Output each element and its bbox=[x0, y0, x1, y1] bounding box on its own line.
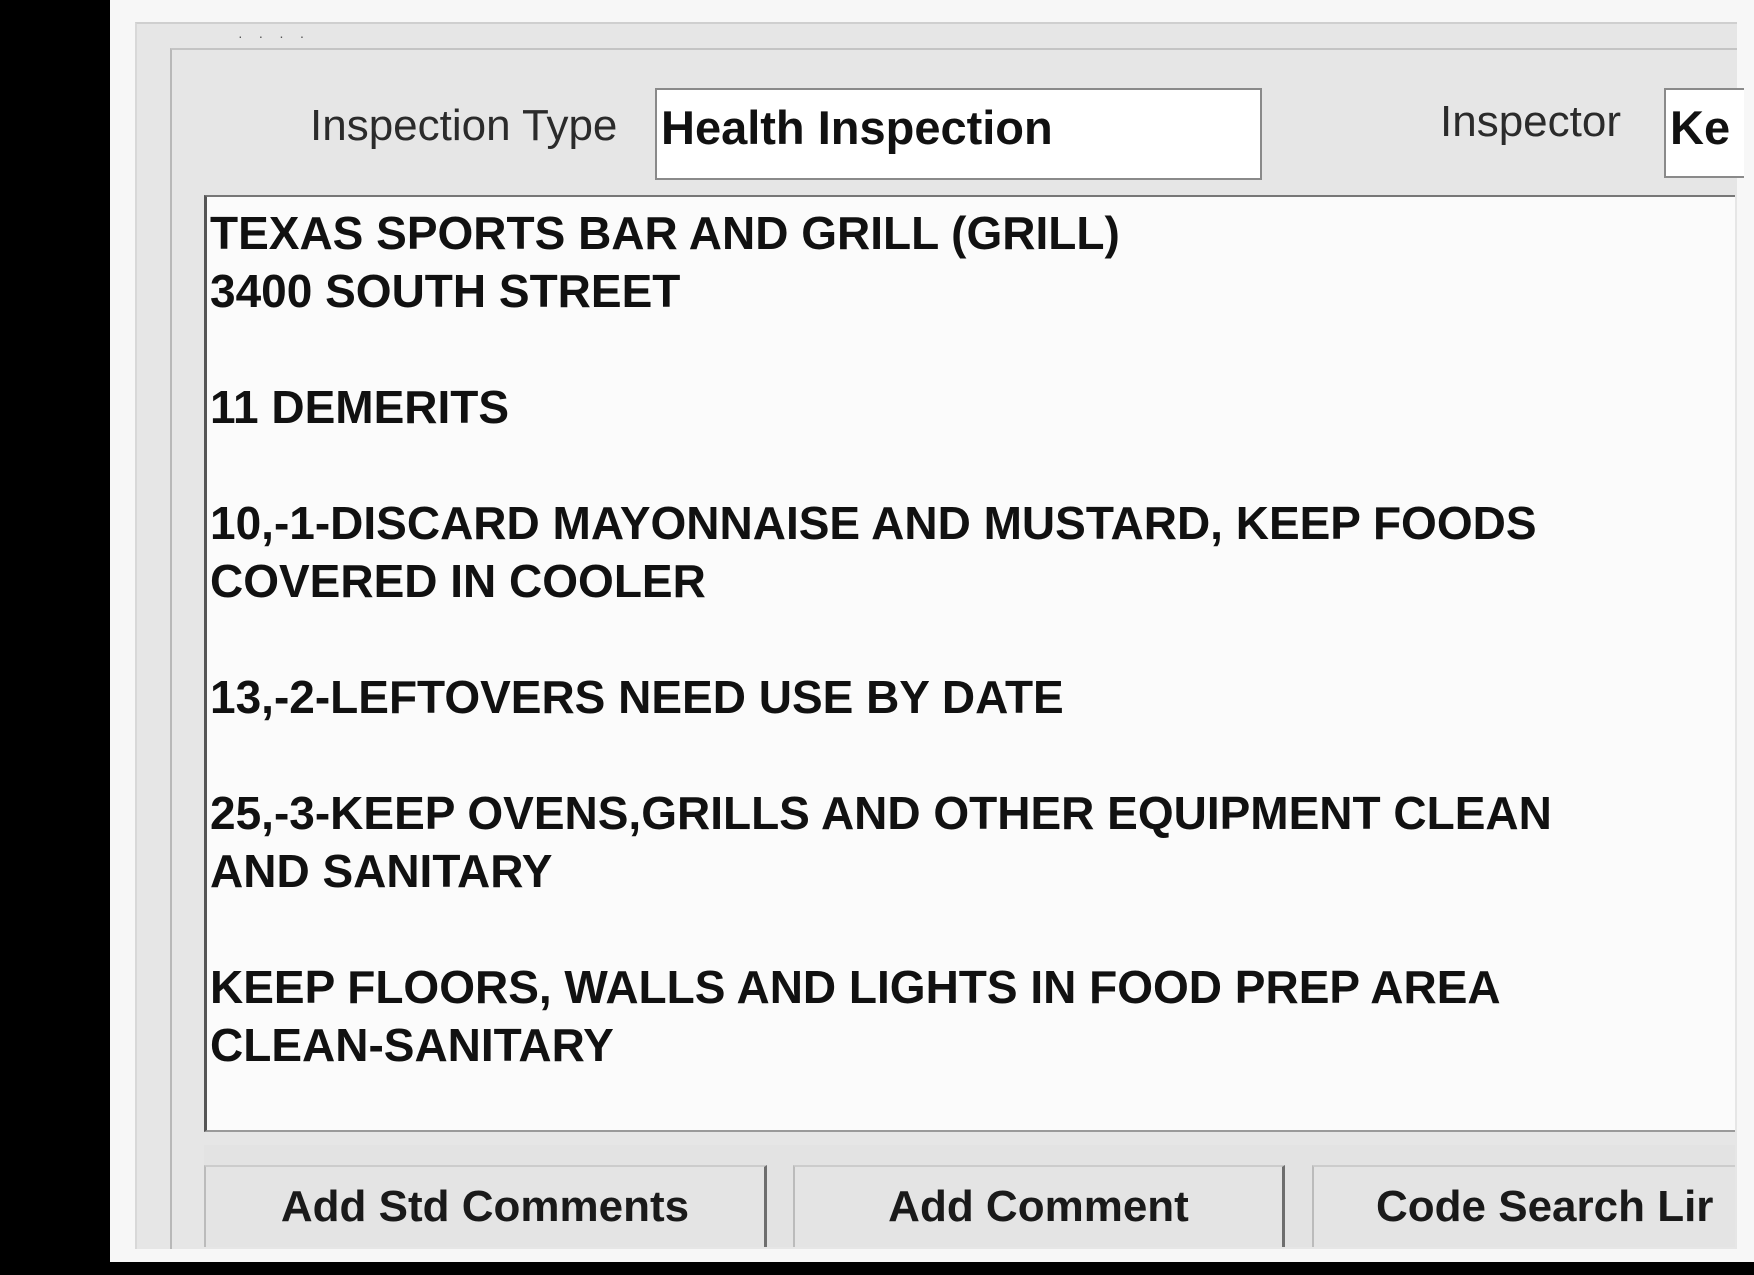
code-search-button[interactable]: Code Search Lir bbox=[1312, 1165, 1735, 1247]
inspector-field[interactable]: Ke bbox=[1664, 88, 1744, 178]
comment-line: 3400 SOUTH STREET bbox=[210, 265, 681, 317]
add-std-comments-button[interactable]: Add Std Comments bbox=[204, 1165, 767, 1247]
comment-line: COVERED IN COOLER bbox=[210, 555, 706, 607]
inspection-type-label: Inspection Type bbox=[310, 101, 618, 150]
add-std-comments-label: Add Std Comments bbox=[280, 1182, 690, 1231]
add-comment-label: Add Comment bbox=[888, 1182, 1189, 1231]
comment-line: CLEAN-SANITARY bbox=[210, 1019, 614, 1071]
scan-specks: · · · · bbox=[238, 28, 311, 44]
comment-line: 11 DEMERITS bbox=[210, 381, 510, 433]
scan-edge-bottom bbox=[0, 1262, 1754, 1275]
comment-line: 25,-3-KEEP OVENS,GRILLS AND OTHER EQUIPM… bbox=[210, 787, 1552, 839]
inspector-label: Inspector bbox=[1440, 97, 1621, 146]
comment-line: 10,-1-DISCARD MAYONNAISE AND MUSTARD, KE… bbox=[210, 497, 1537, 549]
code-search-label: Code Search Lir bbox=[1376, 1182, 1714, 1231]
scan-edge-left bbox=[0, 0, 110, 1275]
inspection-type-value: Health Inspection bbox=[661, 101, 1053, 154]
comment-line: TEXAS SPORTS BAR AND GRILL (GRILL) bbox=[210, 207, 1120, 259]
inspection-type-field[interactable]: Health Inspection bbox=[655, 88, 1262, 180]
comment-line: AND SANITARY bbox=[210, 845, 553, 897]
inspector-value: Ke bbox=[1670, 101, 1731, 154]
comment-line: 13,-2-LEFTOVERS NEED USE BY DATE bbox=[210, 671, 1064, 723]
comment-line: KEEP FLOORS, WALLS AND LIGHTS IN FOOD PR… bbox=[210, 961, 1501, 1013]
add-comment-button[interactable]: Add Comment bbox=[793, 1165, 1285, 1247]
comments-textarea[interactable]: TEXAS SPORTS BAR AND GRILL (GRILL) 3400 … bbox=[204, 195, 1735, 1132]
